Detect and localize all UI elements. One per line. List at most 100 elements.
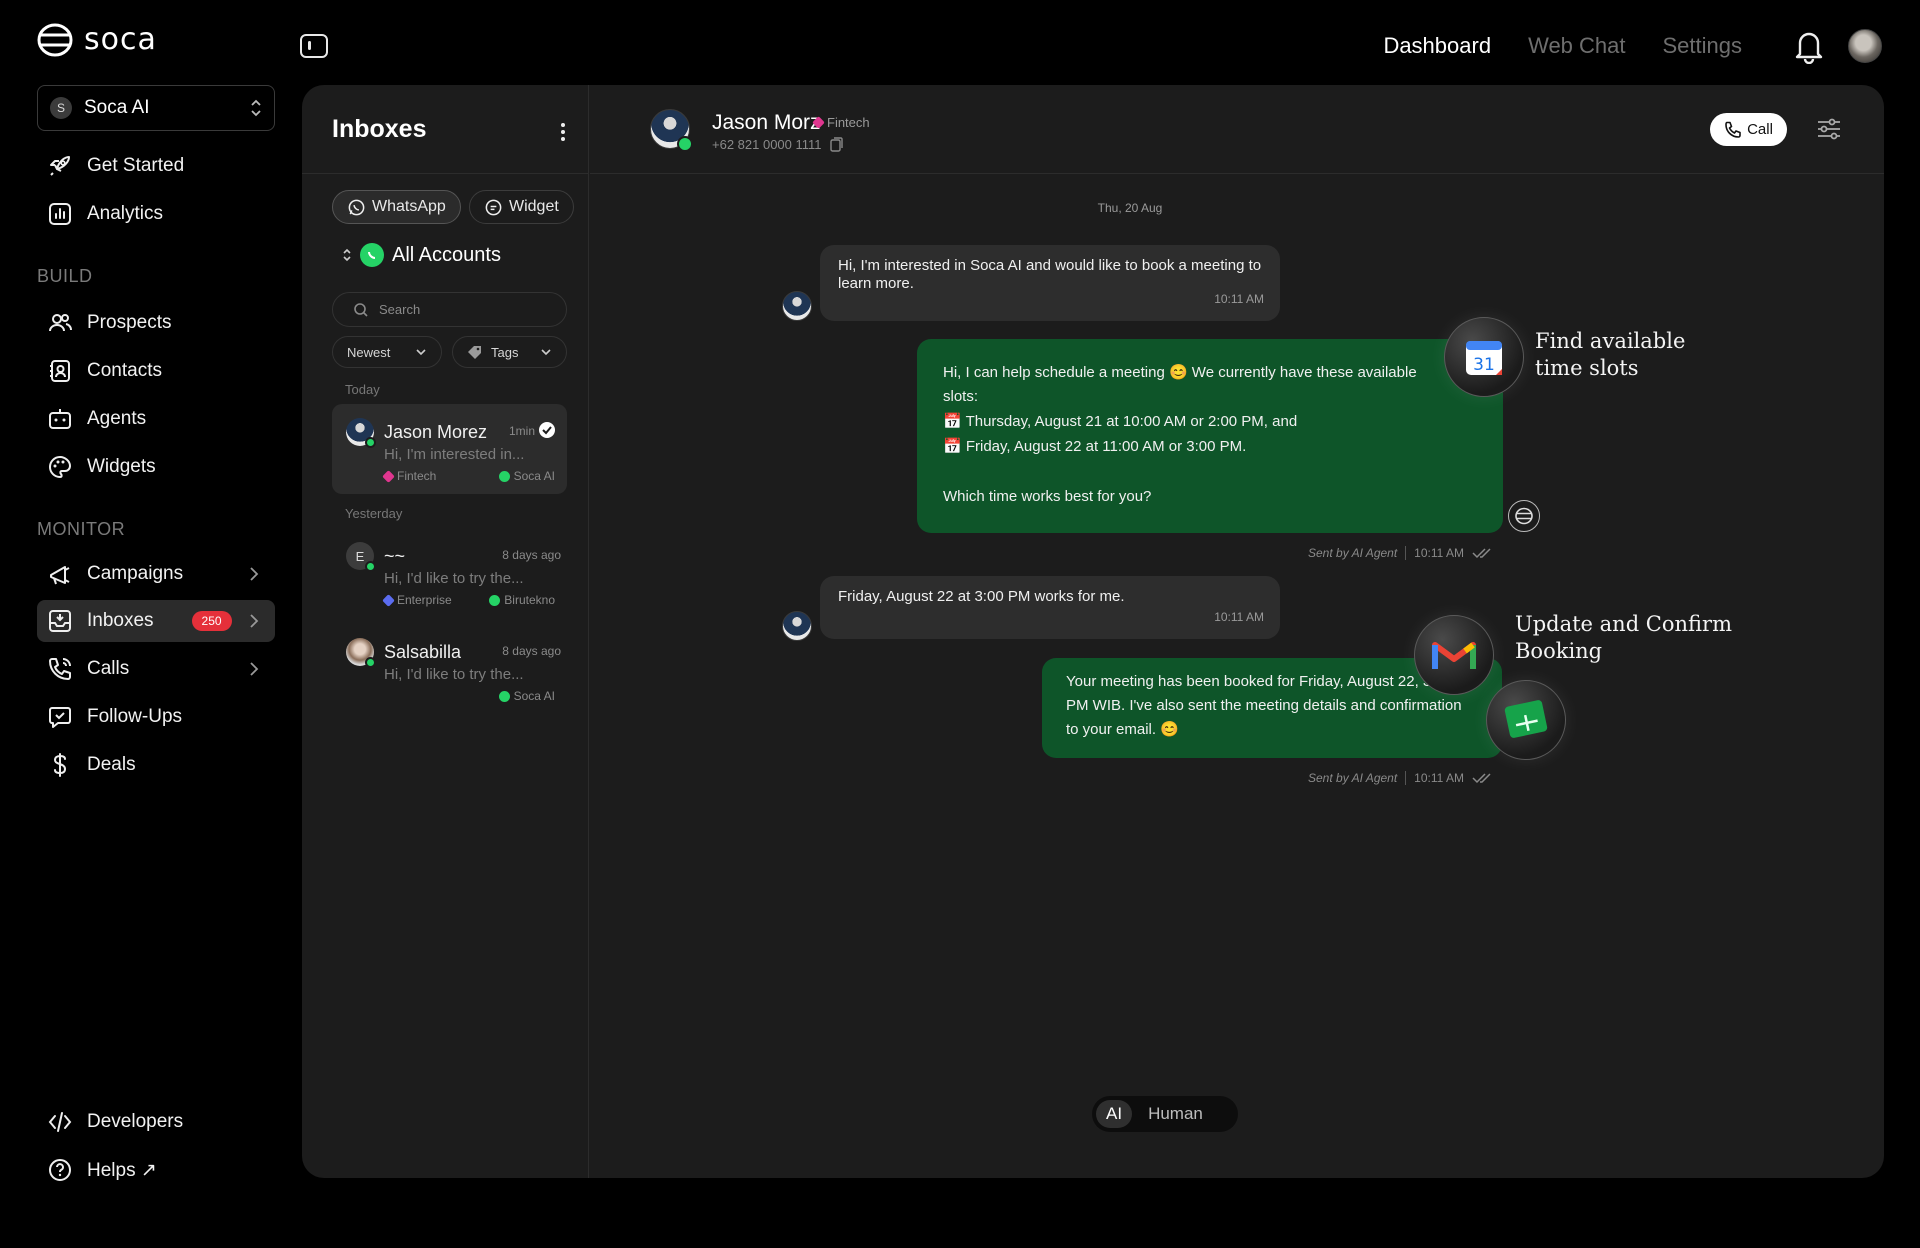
mode-human-option[interactable]: Human: [1138, 1100, 1213, 1128]
conversation-item[interactable]: Jason Morez 1min Hi, I'm interested in..…: [332, 404, 567, 494]
read-check-icon: [539, 422, 555, 438]
sidebar-item-agents[interactable]: Agents: [37, 398, 275, 440]
search-placeholder: Search: [379, 302, 421, 317]
chevron-down-icon: [541, 349, 551, 356]
contact-avatar: [346, 418, 376, 448]
sidebar-item-deals[interactable]: Deals: [37, 744, 275, 786]
chevron-right-icon: [250, 614, 259, 628]
copy-icon[interactable]: [829, 137, 843, 152]
conversation-search-input[interactable]: Search: [332, 292, 567, 327]
sidebar-item-helps[interactable]: Helps ↗: [37, 1149, 275, 1191]
message-preview: Hi, I'm interested in...: [384, 446, 525, 463]
users-icon: [49, 314, 73, 332]
sidebar-item-campaigns[interactable]: Campaigns: [37, 553, 275, 595]
conversation-item[interactable]: E ~~ 8 days ago Hi, I'd like to try the.…: [332, 528, 567, 618]
message-text: 📅 Friday, August 22 at 11:00 AM or 3:00 …: [943, 438, 1247, 455]
chip-label: WhatsApp: [372, 198, 446, 215]
contact-name: Salsabilla: [384, 642, 462, 662]
message-time: 10:11 AM: [1214, 610, 1264, 624]
message-meta: Sent by AI Agent 10:11 AM: [1308, 546, 1494, 560]
phone-icon: [1725, 121, 1741, 138]
chat-contact-name: Jason Morz: [712, 111, 821, 134]
sidebar-item-analytics[interactable]: Analytics: [37, 193, 275, 235]
chevron-right-icon: [250, 662, 259, 676]
chat-contact-avatar: [650, 109, 693, 152]
top-navigation: Dashboard Web Chat Settings: [1383, 33, 1742, 59]
account-tag: Birutekno: [489, 593, 555, 607]
double-check-icon: [1472, 773, 1491, 784]
sidebar-item-prospects[interactable]: Prospects: [37, 302, 275, 344]
section-label-monitor: MONITOR: [37, 519, 126, 539]
tags-label: Tags: [491, 344, 519, 360]
conversation-time: 8 days ago: [502, 548, 561, 562]
sidebar-item-label: Inboxes: [87, 610, 154, 631]
account-selector[interactable]: All Accounts: [342, 243, 501, 267]
tags-dropdown[interactable]: Tags: [452, 336, 567, 368]
message-meta: Sent by AI Agent 10:11 AM: [1308, 771, 1494, 785]
contact-tag: Fintech: [382, 469, 436, 483]
account-label: All Accounts: [392, 243, 501, 266]
sidebar-item-inboxes[interactable]: Inboxes 250: [37, 600, 275, 642]
nav-settings[interactable]: Settings: [1663, 33, 1743, 59]
sidebar-item-label: Agents: [87, 408, 147, 429]
sidebar-item-label: Analytics: [87, 203, 164, 224]
nav-dashboard[interactable]: Dashboard: [1383, 33, 1491, 59]
brand-name: soca: [84, 22, 157, 57]
rocket-icon: [50, 156, 70, 176]
double-check-icon: [1472, 548, 1491, 559]
sidebar-item-label: Deals: [87, 754, 136, 775]
callout-confirm-booking: Update and Confirm Booking: [1515, 612, 1733, 663]
chat-check-icon: [49, 707, 71, 728]
chevron-up-down-icon: [251, 99, 261, 117]
message-text: Hi, I'm interested in Soca AI and would …: [838, 257, 1262, 292]
bar-chart-icon: [49, 203, 71, 225]
sidebar-item-label: Widgets: [87, 456, 156, 477]
soca-agent-icon: [1508, 500, 1540, 532]
outgoing-message: Hi, I can help schedule a meeting 😊 We c…: [917, 339, 1503, 533]
sidebar-item-follow-ups[interactable]: Follow-Ups: [37, 696, 275, 738]
workspace-initial: S: [50, 97, 72, 119]
message-time: 10:11 AM: [1414, 771, 1464, 785]
settings-sliders-icon[interactable]: [1816, 116, 1842, 142]
incoming-message: Hi, I'm interested in Soca AI and would …: [820, 245, 1280, 321]
message-time: 10:11 AM: [1214, 292, 1264, 306]
sidebar-item-widgets[interactable]: Widgets: [37, 446, 275, 488]
channel-chip-widget[interactable]: Widget: [469, 190, 574, 224]
channel-chip-whatsapp[interactable]: WhatsApp: [332, 190, 461, 224]
sidebar-item-calls[interactable]: Calls: [37, 648, 275, 690]
phone-icon: [49, 658, 71, 680]
sort-dropdown[interactable]: Newest: [332, 336, 442, 368]
user-avatar[interactable]: [1848, 29, 1882, 63]
nav-web-chat[interactable]: Web Chat: [1528, 33, 1625, 59]
mode-ai-option[interactable]: AI: [1096, 1100, 1133, 1128]
sidebar-toggle-icon[interactable]: [300, 34, 328, 58]
search-icon: [354, 302, 368, 317]
sort-label: Newest: [347, 344, 391, 360]
message-preview: Hi, I'd like to try the...: [384, 666, 524, 683]
message-text: Hi, I can help schedule a meeting 😊 We c…: [943, 364, 1417, 405]
sidebar-item-contacts[interactable]: Contacts: [37, 350, 275, 392]
more-options-icon[interactable]: [560, 122, 566, 142]
message-text: Your meeting has been booked for Friday,…: [1066, 673, 1462, 738]
ai-human-toggle[interactable]: AI Human: [1092, 1096, 1238, 1132]
notification-bell-icon[interactable]: [1792, 28, 1826, 64]
call-label: Call: [1747, 121, 1773, 138]
conversation-time: 1min: [508, 424, 535, 438]
brand-logo[interactable]: soca: [36, 22, 157, 57]
sidebar-item-label: Contacts: [87, 360, 162, 381]
widget-chat-icon: [485, 199, 502, 215]
contact-avatar: E: [346, 542, 376, 572]
day-label-yesterday: Yesterday: [345, 506, 403, 521]
sidebar-item-get-started[interactable]: Get Started: [37, 145, 275, 187]
main-panel: Inboxes WhatsApp Widget All Accounts Sea…: [302, 85, 1884, 1178]
sidebar-item-developers[interactable]: Developers: [37, 1101, 275, 1143]
conversation-time: 8 days ago: [502, 644, 561, 658]
chat-contact-phone: +62 821 0000 1111: [712, 137, 843, 152]
spreadsheet-app-icon: [1486, 680, 1566, 760]
incoming-message: Friday, August 22 at 3:00 PM works for m…: [820, 576, 1280, 639]
date-separator: Thu, 20 Aug: [1097, 201, 1163, 215]
contact-avatar: [782, 291, 812, 321]
call-button[interactable]: Call: [1710, 113, 1787, 146]
conversation-item[interactable]: Salsabilla 8 days ago Hi, I'd like to tr…: [332, 624, 567, 714]
workspace-selector[interactable]: S Soca AI: [37, 85, 275, 131]
